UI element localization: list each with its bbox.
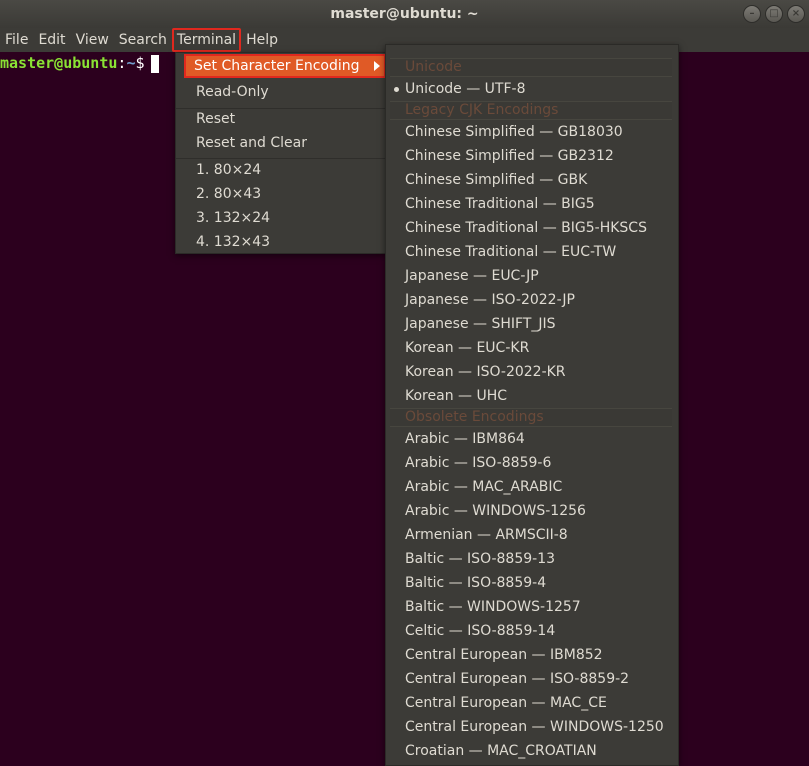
- size-80x43-item[interactable]: 2. 80×43: [196, 182, 380, 206]
- close-button[interactable]: ×: [787, 5, 805, 23]
- encoding-item[interactable]: Celtic — ISO-8859-14: [405, 619, 555, 643]
- set-character-encoding-label: Set Character Encoding: [194, 58, 360, 74]
- window-controls: – □ ×: [743, 5, 805, 23]
- encoding-item[interactable]: Korean — UHC: [405, 384, 507, 408]
- window-title: master@ubuntu: ~: [330, 6, 479, 22]
- menu-terminal[interactable]: Terminal: [171, 28, 242, 52]
- encoding-item[interactable]: Japanese — ISO-2022-JP: [405, 288, 575, 312]
- menu-view[interactable]: View: [71, 28, 114, 52]
- encoding-item[interactable]: Chinese Simplified — GB18030: [405, 120, 623, 144]
- encoding-item[interactable]: Chinese Traditional — BIG5: [405, 192, 595, 216]
- encoding-item[interactable]: Chinese Traditional — EUC-TW: [405, 240, 616, 264]
- encoding-item[interactable]: Baltic — ISO-8859-13: [405, 547, 555, 571]
- shell-prompt: master@ubuntu:~$: [0, 53, 159, 73]
- section-header-unicode: Unicode: [390, 58, 672, 77]
- reset-item[interactable]: Reset: [196, 107, 380, 131]
- encoding-item[interactable]: Korean — EUC-KR: [405, 336, 529, 360]
- encoding-item[interactable]: Croatian — MAC_CROATIAN: [405, 739, 597, 763]
- encoding-item[interactable]: Japanese — SHIFT_JIS: [405, 312, 556, 336]
- minimize-button[interactable]: –: [743, 5, 761, 23]
- size-80x24-item[interactable]: 1. 80×24: [196, 158, 380, 182]
- encoding-item[interactable]: Central European — WINDOWS-1250: [405, 715, 664, 739]
- encoding-item[interactable]: Chinese Traditional — BIG5-HKSCS: [405, 216, 647, 240]
- prompt-user: master@ubuntu: [0, 54, 118, 72]
- encoding-item[interactable]: Central European — IBM852: [405, 643, 603, 667]
- prompt-sign: $: [135, 54, 145, 72]
- size-132x24-item[interactable]: 3. 132×24: [196, 206, 380, 230]
- encoding-item[interactable]: Japanese — EUC-JP: [405, 264, 539, 288]
- window-titlebar: master@ubuntu: ~ – □ ×: [0, 0, 809, 28]
- encoding-item[interactable]: Central European — ISO-8859-2: [405, 667, 629, 691]
- encoding-item[interactable]: Baltic — WINDOWS-1257: [405, 595, 581, 619]
- section-header-cjk: Legacy CJK Encodings: [390, 101, 672, 120]
- read-only-item[interactable]: Read-Only: [196, 80, 380, 104]
- menu-edit[interactable]: Edit: [33, 28, 70, 52]
- reset-and-clear-item[interactable]: Reset and Clear: [196, 131, 380, 155]
- encoding-item[interactable]: Unicode — UTF-8: [405, 77, 525, 101]
- maximize-button[interactable]: □: [765, 5, 783, 23]
- encoding-item[interactable]: Armenian — ARMSCII-8: [405, 523, 568, 547]
- encoding-item[interactable]: Arabic — ISO-8859-6: [405, 451, 551, 475]
- menu-file[interactable]: File: [0, 28, 33, 52]
- encoding-item[interactable]: Arabic — IBM864: [405, 427, 525, 451]
- encoding-submenu: Unicode Unicode — UTF-8 Legacy CJK Encod…: [385, 44, 679, 766]
- encoding-item[interactable]: Baltic — ISO-8859-4: [405, 571, 546, 595]
- encoding-item[interactable]: Korean — ISO-2022-KR: [405, 360, 566, 384]
- encoding-item[interactable]: Central European — MAC_CE: [405, 691, 607, 715]
- set-character-encoding-item[interactable]: Set Character Encoding: [184, 54, 386, 78]
- encoding-item[interactable]: Arabic — MAC_ARABIC: [405, 475, 562, 499]
- menu-search[interactable]: Search: [114, 28, 172, 52]
- text-cursor: [150, 54, 159, 73]
- encoding-item[interactable]: Chinese Simplified — GB2312: [405, 144, 614, 168]
- encoding-item[interactable]: Arabic — WINDOWS-1256: [405, 499, 586, 523]
- submenu-arrow-icon: [374, 61, 380, 71]
- menu-help[interactable]: Help: [241, 28, 283, 52]
- selected-radio-icon: [394, 87, 399, 92]
- size-132x43-item[interactable]: 4. 132×43: [196, 230, 380, 254]
- section-header-obsolete: Obsolete Encodings: [390, 408, 672, 427]
- encoding-item[interactable]: Chinese Simplified — GBK: [405, 168, 587, 192]
- terminal-menu: Set Character Encoding Read-Only Reset R…: [175, 52, 387, 254]
